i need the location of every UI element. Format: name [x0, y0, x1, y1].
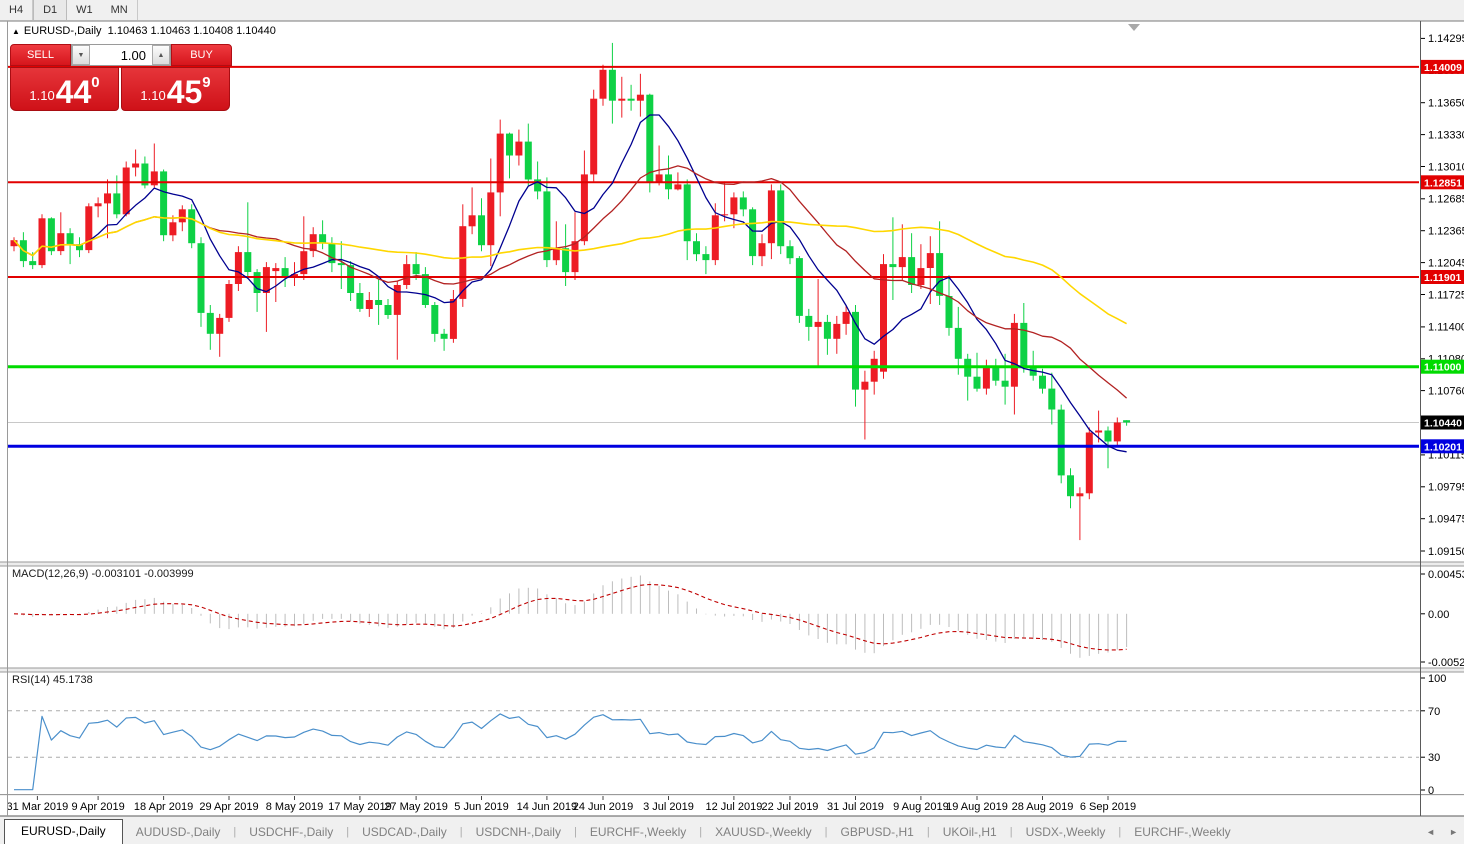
- sell-price-pip: 0: [91, 74, 100, 91]
- svg-text:9 Apr 2019: 9 Apr 2019: [71, 801, 124, 813]
- svg-text:1.11400: 1.11400: [1428, 322, 1464, 334]
- svg-text:8 May 2019: 8 May 2019: [266, 801, 323, 813]
- sell-button[interactable]: SELL: [10, 44, 71, 66]
- svg-text:1.13010: 1.13010: [1428, 161, 1464, 173]
- tab-usdchf-daily[interactable]: USDCHF-,Daily: [236, 821, 346, 844]
- svg-text:17 May 2019: 17 May 2019: [328, 801, 392, 813]
- svg-text:1.14009: 1.14009: [1424, 62, 1462, 74]
- tabs-scroll-left-icon[interactable]: ◄: [1426, 827, 1435, 837]
- svg-text:1.11000: 1.11000: [1424, 362, 1462, 374]
- tab-audusd-daily[interactable]: AUDUSD-,Daily: [123, 821, 234, 844]
- symbol-tab-bar: EURUSD-,Daily AUDUSD-,Daily | USDCHF-,Daily…: [0, 817, 1464, 844]
- svg-text:1.12045: 1.12045: [1428, 257, 1464, 269]
- tabs-scroll-right-icon[interactable]: ►: [1449, 827, 1458, 837]
- tab-navigation: ◄ ►: [1426, 827, 1458, 844]
- svg-text:27 May 2019: 27 May 2019: [384, 801, 448, 813]
- svg-text:12 Jul 2019: 12 Jul 2019: [705, 801, 762, 813]
- rsi-current-value: 45.1738: [52, 674, 93, 686]
- svg-text:1.11725: 1.11725: [1428, 289, 1464, 301]
- buy-price-display[interactable]: 1.10 45 9: [121, 67, 230, 111]
- svg-text:0.004536: 0.004536: [1428, 569, 1464, 581]
- sell-price-prefix: 1.10: [29, 88, 55, 103]
- svg-text:29 Apr 2019: 29 Apr 2019: [199, 801, 258, 813]
- tab-usdx-weekly[interactable]: USDX-,Weekly: [1013, 821, 1119, 844]
- chart-surface[interactable]: 1.142951.139751.136501.133301.130101.126…: [0, 0, 1464, 844]
- svg-text:1.13650: 1.13650: [1428, 98, 1464, 110]
- buy-price-prefix: 1.10: [140, 88, 166, 103]
- timeframe-d1-button[interactable]: D1: [33, 0, 68, 20]
- tab-xauusd-weekly[interactable]: XAUUSD-,Weekly: [702, 821, 824, 844]
- svg-text:19 Aug 2019: 19 Aug 2019: [946, 801, 1008, 813]
- volume-increase-icon[interactable]: ▲: [152, 45, 170, 65]
- symbol-period-label: EURUSD-,Daily: [23, 25, 102, 37]
- tab-usdcad-daily[interactable]: USDCAD-,Daily: [349, 821, 460, 844]
- buy-price-big: 45: [166, 74, 203, 110]
- sell-price-display[interactable]: 1.10 44 0: [10, 67, 119, 111]
- trading-terminal: { "toolbar": { "timeframes": [ {"label":…: [0, 0, 1464, 844]
- svg-text:5 Jun 2019: 5 Jun 2019: [454, 801, 508, 813]
- tab-gbpusd-h1[interactable]: GBPUSD-,H1: [827, 821, 926, 844]
- svg-text:0.00: 0.00: [1428, 609, 1449, 621]
- ohlc-values: 1.10463 1.10463 1.10408 1.10440: [107, 25, 276, 37]
- buy-price-pip: 9: [202, 74, 211, 91]
- volume-spinner: ▼ ▲: [71, 44, 171, 66]
- svg-text:1.12365: 1.12365: [1428, 226, 1464, 238]
- svg-text:1.11901: 1.11901: [1424, 272, 1462, 284]
- svg-text:1.09475: 1.09475: [1428, 514, 1464, 526]
- svg-text:100: 100: [1428, 673, 1446, 685]
- timeframe-w1-button[interactable]: W1: [67, 0, 102, 20]
- rsi-name: RSI(14): [12, 674, 50, 686]
- macd-name: MACD(12,26,9): [12, 568, 89, 580]
- svg-text:1.12685: 1.12685: [1428, 194, 1464, 206]
- buy-button[interactable]: BUY: [171, 44, 232, 66]
- svg-text:31 Jul 2019: 31 Jul 2019: [827, 801, 884, 813]
- sell-price-big: 44: [55, 74, 92, 110]
- chart-title-readout: ▲ EURUSD-,Daily 1.10463 1.10463 1.10408 1…: [12, 25, 276, 37]
- svg-text:3 Jul 2019: 3 Jul 2019: [643, 801, 694, 813]
- svg-text:1.09150: 1.09150: [1428, 546, 1464, 558]
- svg-text:1.10201: 1.10201: [1424, 441, 1462, 453]
- timeframe-h4-button[interactable]: H4: [0, 0, 34, 20]
- svg-text:31 Mar 2019: 31 Mar 2019: [7, 801, 69, 813]
- svg-text:1.10760: 1.10760: [1428, 385, 1464, 397]
- svg-text:1.09795: 1.09795: [1428, 482, 1464, 494]
- rsi-indicator-label: RSI(14) 45.1738: [12, 674, 93, 686]
- svg-text:30: 30: [1428, 752, 1440, 764]
- svg-text:14 Jun 2019: 14 Jun 2019: [517, 801, 578, 813]
- one-click-trading-panel: SELL ▼ ▲ BUY 1.10 44 0 1.10 45 9: [10, 44, 232, 111]
- svg-text:18 Apr 2019: 18 Apr 2019: [134, 801, 193, 813]
- svg-text:1.13330: 1.13330: [1428, 129, 1464, 141]
- tab-list: EURUSD-,Daily AUDUSD-,Daily | USDCHF-,Daily…: [0, 819, 1244, 844]
- timeframe-mn-button[interactable]: MN: [102, 0, 138, 20]
- svg-text:1.10440: 1.10440: [1424, 418, 1462, 430]
- svg-text:70: 70: [1428, 706, 1440, 718]
- svg-text:1.14295: 1.14295: [1428, 33, 1464, 45]
- svg-text:9 Aug 2019: 9 Aug 2019: [893, 801, 949, 813]
- svg-text:0: 0: [1428, 785, 1434, 797]
- tab-usdcnh-daily[interactable]: USDCNH-,Daily: [463, 821, 574, 844]
- svg-text:6 Sep 2019: 6 Sep 2019: [1080, 801, 1136, 813]
- svg-text:22 Jul 2019: 22 Jul 2019: [762, 801, 819, 813]
- tab-eurchf-weekly[interactable]: EURCHF-,Weekly: [1121, 821, 1243, 844]
- macd-current-values: -0.003101 -0.003999: [91, 568, 194, 580]
- collapse-panel-icon[interactable]: ▲: [12, 27, 20, 36]
- svg-text:28 Aug 2019: 28 Aug 2019: [1012, 801, 1074, 813]
- volume-decrease-icon[interactable]: ▼: [72, 45, 90, 65]
- volume-input[interactable]: [90, 45, 152, 65]
- tab-eurusd-daily[interactable]: EURUSD-,Daily: [4, 819, 123, 844]
- svg-text:-0.005205: -0.005205: [1428, 657, 1464, 669]
- macd-indicator-label: MACD(12,26,9) -0.003101 -0.003999: [12, 568, 194, 580]
- svg-text:1.12851: 1.12851: [1424, 177, 1462, 189]
- tab-ukoil-h1[interactable]: UKOil-,H1: [930, 821, 1010, 844]
- tab-eurchf-weekly[interactable]: EURCHF-,Weekly: [577, 821, 699, 844]
- timeframe-toolbar: H4 D1 W1 MN: [0, 0, 1464, 21]
- svg-text:24 Jun 2019: 24 Jun 2019: [573, 801, 634, 813]
